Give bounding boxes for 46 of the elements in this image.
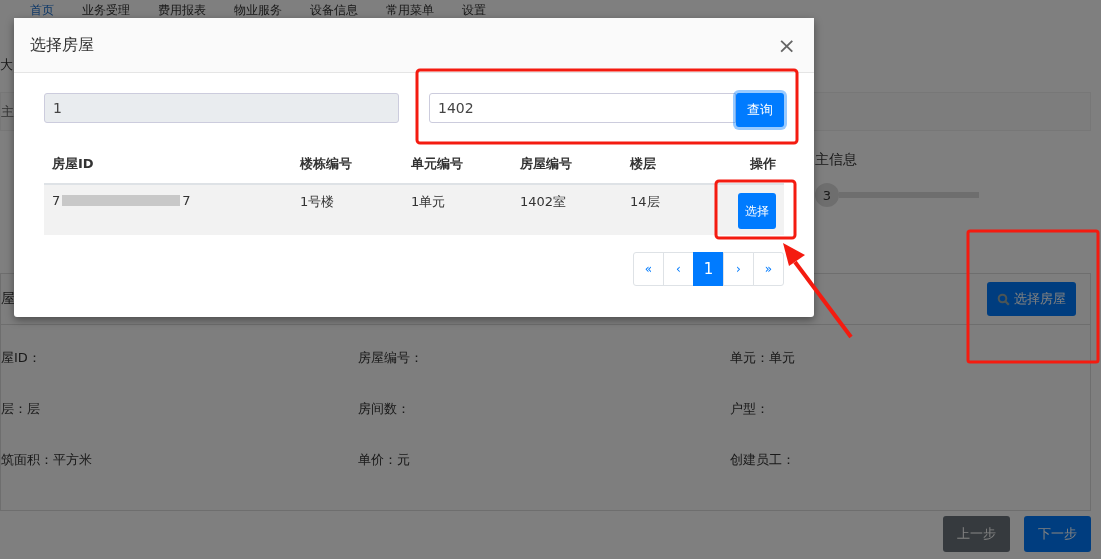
page-button[interactable]: »: [753, 252, 784, 286]
search-button[interactable]: 查询: [736, 93, 784, 127]
next-button[interactable]: 下一步: [1024, 516, 1091, 552]
select-button[interactable]: 选择: [738, 193, 776, 229]
close-button[interactable]: ×: [777, 32, 796, 58]
page-button[interactable]: ›: [723, 252, 754, 286]
column-header: 楼栋编号: [300, 156, 352, 171]
table-cell: 7: [182, 193, 191, 208]
nav-item[interactable]: 设备信息: [310, 1, 358, 19]
info-field: 单元：单元: [730, 349, 1090, 367]
column-header: 房屋编号: [520, 156, 572, 171]
table-cell: 7: [52, 193, 61, 208]
nav-item[interactable]: 首页: [30, 1, 54, 19]
section-title: 屋: [1, 290, 15, 308]
modal-title: 选择房屋: [30, 34, 94, 56]
info-field: 层：层: [1, 400, 358, 418]
step-label: 主信息: [815, 151, 858, 169]
nav-item[interactable]: 常用菜单: [386, 1, 434, 19]
breadcrumb: 大: [0, 56, 13, 74]
nav-item[interactable]: 设置: [462, 1, 486, 19]
column-header: 操作: [750, 156, 776, 171]
table-cell: 1402室: [520, 194, 567, 209]
step-circle: 3: [815, 183, 839, 207]
info-field: 屋ID：: [1, 349, 358, 367]
select-house-button[interactable]: 选择房屋: [987, 282, 1076, 316]
page-button[interactable]: 1: [693, 252, 724, 286]
info-field: 房间数：: [358, 400, 730, 418]
search-icon: [997, 292, 1010, 306]
table-cell: 1单元: [411, 194, 446, 209]
table-cell: 14层: [630, 194, 660, 209]
nav-item[interactable]: 业务受理: [82, 1, 130, 19]
info-field: 房屋编号：: [358, 349, 730, 367]
nav-item[interactable]: 物业服务: [234, 1, 282, 19]
nav-item[interactable]: 费用报表: [158, 1, 206, 19]
page-button[interactable]: «: [633, 252, 664, 286]
column-header: 楼层: [630, 156, 656, 171]
table-cell: 1号楼: [300, 194, 335, 209]
info-field: 户型：: [730, 400, 1090, 418]
column-header: 房屋ID: [52, 156, 94, 171]
info-field: 筑面积：平方米: [1, 451, 358, 469]
filter-field[interactable]: 1: [44, 93, 399, 123]
search-field[interactable]: 1402: [429, 93, 736, 123]
page-button[interactable]: ‹: [663, 252, 694, 286]
info-field: 单价：元: [358, 451, 730, 469]
column-header: 单元编号: [411, 156, 463, 171]
info-field: 创建员工：: [730, 451, 1090, 469]
